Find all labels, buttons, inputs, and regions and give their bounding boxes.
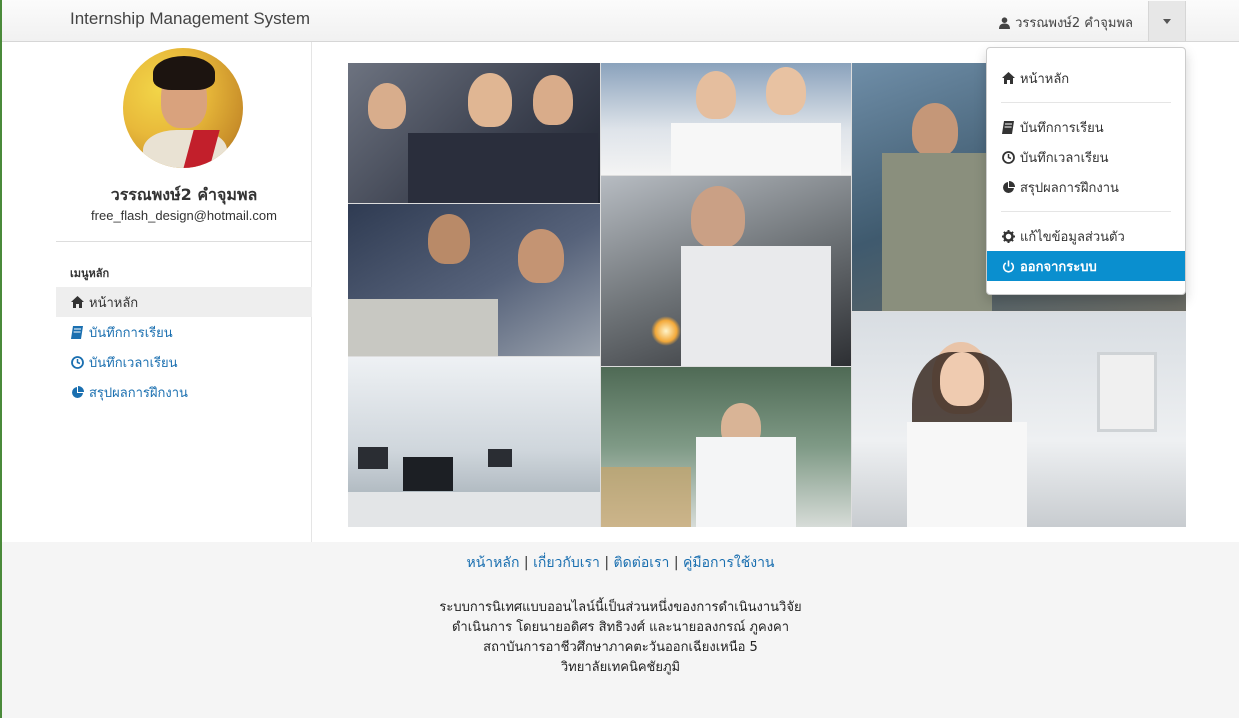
dropdown-item-label: หน้าหลัก [1020, 71, 1070, 87]
footer-separator: | [673, 555, 679, 571]
sidebar: วรรณพงษ์2 คำจุมพล free_flash_design@hotm… [56, 42, 312, 542]
sidebar-item-attendance[interactable]: บันทึกเวลาเรียน [56, 347, 312, 377]
dropdown-item-home[interactable]: หน้าหลัก [987, 63, 1185, 93]
sidebar-item-label: สรุปผลการฝึกงาน [89, 385, 188, 401]
footer: หน้าหลัก | เกี่ยวกับเรา | ติดต่อเรา | คู… [2, 542, 1239, 718]
photo-students-office [348, 63, 600, 203]
dropdown-item-label: บันทึกเวลาเรียน [1020, 150, 1109, 166]
photo-students-electronics [348, 204, 600, 356]
dropdown-item-study-log[interactable]: บันทึกการเรียน [987, 112, 1185, 142]
dropdown-item-label: แก้ไขข้อมูลส่วนตัว [1020, 229, 1125, 245]
photo-student-welding [601, 176, 851, 366]
footer-link-manual[interactable]: คู่มือการใช้งาน [683, 555, 774, 571]
profile-email: free_flash_design@hotmail.com [91, 208, 277, 223]
book-icon [70, 325, 84, 339]
sidebar-item-study-log[interactable]: บันทึกการเรียน [56, 317, 312, 347]
clock-icon [1001, 150, 1015, 164]
dropdown-item-label: ออกจากระบบ [1020, 259, 1097, 275]
brand-title[interactable]: Internship Management System [70, 9, 310, 29]
dropdown-item-label: บันทึกการเรียน [1020, 120, 1104, 136]
cog-icon [1001, 229, 1015, 243]
dropdown-item-attendance[interactable]: บันทึกเวลาเรียน [987, 142, 1185, 172]
footer-link-about[interactable]: เกี่ยวกับเรา [533, 555, 600, 571]
footer-credits: ระบบการนิเทศแบบออนไลน์นี้เป็นส่วนหนึ่งขอ… [2, 598, 1239, 678]
user-menu-link[interactable]: วรรณพงษ์2 คำจุมพล [997, 12, 1133, 33]
sidebar-divider [56, 241, 312, 242]
sidebar-item-label: บันทึกการเรียน [89, 325, 173, 341]
clock-icon [70, 355, 84, 369]
footer-line: ระบบการนิเทศแบบออนไลน์นี้เป็นส่วนหนึ่งขอ… [439, 600, 802, 615]
sidebar-item-summary[interactable]: สรุปผลการฝึกงาน [56, 377, 312, 407]
user-name: วรรณพงษ์2 คำจุมพล [1015, 16, 1133, 31]
footer-link-contact[interactable]: ติดต่อเรา [614, 555, 670, 571]
photo-students-uniform [601, 63, 851, 175]
photo-student-computer [852, 312, 1186, 527]
sidebar-item-label: หน้าหลัก [89, 295, 139, 311]
footer-line: วิทยาลัยเทคนิคชัยภูมิ [560, 660, 681, 675]
top-navbar: Internship Management System วรรณพงษ์2 ค… [2, 0, 1239, 42]
pie-chart-icon [1001, 180, 1015, 194]
pie-chart-icon [70, 385, 84, 399]
dropdown-item-label: สรุปผลการฝึกงาน [1020, 180, 1119, 196]
menu-header: เมนูหลัก [70, 267, 110, 280]
dropdown-toggle-button[interactable] [1148, 1, 1186, 41]
caret-down-icon [1163, 18, 1171, 24]
home-icon [70, 295, 84, 309]
sidebar-item-home[interactable]: หน้าหลัก [56, 287, 312, 317]
dropdown-divider [1001, 211, 1171, 212]
photo-factory-workers [601, 367, 851, 527]
user-dropdown-menu: หน้าหลัก บันทึกการเรียน บันทึกเวลาเรียน … [986, 47, 1186, 295]
book-icon [1001, 120, 1015, 134]
dropdown-item-logout[interactable]: ออกจากระบบ [987, 251, 1185, 281]
dropdown-item-edit-profile[interactable]: แก้ไขข้อมูลส่วนตัว [987, 221, 1185, 251]
profile-name: วรรณพงษ์2 คำจุมพล [110, 185, 258, 204]
avatar [123, 48, 243, 168]
footer-line: สถาบันการอาชีวศึกษาภาคตะวันออกเฉียงเหนือ… [483, 640, 758, 655]
footer-links: หน้าหลัก | เกี่ยวกับเรา | ติดต่อเรา | คู… [2, 552, 1239, 574]
dropdown-divider [1001, 102, 1171, 103]
photo-computer-lab [348, 357, 600, 527]
power-icon [1001, 259, 1015, 273]
home-icon [1001, 71, 1015, 85]
footer-line: ดำเนินการ โดยนายอดิศร สิทธิวงศ์ และนายอล… [451, 620, 790, 635]
footer-separator: | [523, 555, 529, 571]
sidebar-item-label: บันทึกเวลาเรียน [89, 355, 178, 371]
dropdown-item-summary[interactable]: สรุปผลการฝึกงาน [987, 172, 1185, 202]
footer-link-home[interactable]: หน้าหลัก [466, 555, 519, 571]
user-icon [997, 16, 1011, 30]
footer-separator: | [604, 555, 610, 571]
